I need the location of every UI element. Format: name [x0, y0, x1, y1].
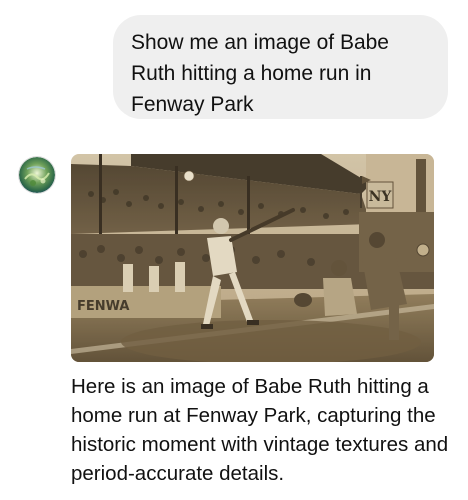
baseball-scene-image: NY FENWA: [71, 154, 434, 362]
chat-window: Show me an image of Babe Ruth hitting a …: [0, 0, 468, 500]
assistant-message-text: Here is an image of Babe Ruth hitting a …: [71, 375, 449, 485]
user-message-text: Show me an image of Babe Ruth hitting a …: [131, 31, 389, 116]
generated-image[interactable]: NY FENWA: [71, 154, 434, 362]
assistant-avatar: [19, 157, 55, 193]
assistant-avatar-icon: [19, 157, 55, 193]
user-message-bubble: Show me an image of Babe Ruth hitting a …: [113, 15, 448, 119]
